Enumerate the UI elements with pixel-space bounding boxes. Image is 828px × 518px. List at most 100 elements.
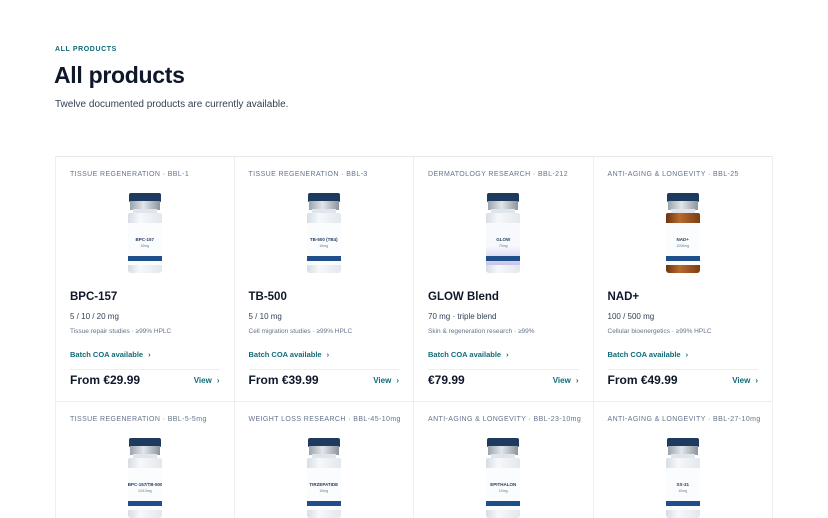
- vial-label: TB-500 (TB4) 10mg: [306, 223, 341, 265]
- vial-label-band: [665, 501, 700, 506]
- product-meta: Skin & regeneration research · ≥99%: [428, 328, 535, 335]
- vial-label-band: [306, 256, 341, 261]
- product-vial-image[interactable]: TB-500 (TB4) 10mg: [306, 193, 341, 275]
- product-dose: 70 mg · triple blend: [428, 312, 497, 321]
- vial-label-band: [306, 501, 341, 506]
- vial-label: NAD+ 1000mg: [665, 223, 700, 265]
- vial-dose: 10mg: [498, 489, 508, 493]
- product-meta: Cellular bioenergetics · ≥99% HPLC: [607, 328, 712, 335]
- product-card[interactable]: ANTI-AGING & LONGEVITY · BBL-25 NAD+ 100…: [593, 157, 773, 402]
- chevron-right-icon: ›: [326, 350, 330, 359]
- product-vial-image[interactable]: BPC-157/TB-500 10/10mg: [127, 438, 162, 518]
- vial-label: EPITHALON 10mg: [486, 468, 521, 510]
- vial-dose: 10/10mg: [137, 489, 152, 493]
- vial-dose: 10mg: [678, 489, 688, 493]
- vial-body: EPITHALON 10mg: [486, 458, 521, 518]
- product-category: TISSUE REGENERATION · BBL-1: [70, 171, 190, 178]
- product-price: €79.99: [428, 373, 465, 387]
- chevron-right-icon: ›: [216, 376, 220, 385]
- vial-label: SS-31 10mg: [665, 468, 700, 510]
- product-category: DERMATOLOGY RESEARCH · BBL-212: [428, 171, 568, 178]
- product-card[interactable]: TISSUE REGENERATION · BBL-3 TB-500 (TB4)…: [234, 157, 414, 402]
- product-dose: 5 / 10 / 20 mg: [70, 312, 119, 321]
- product-category: TISSUE REGENERATION · BBL-5-5mg: [70, 416, 207, 423]
- batch-coa-link[interactable]: Batch COA available ›: [608, 350, 689, 359]
- vial-dose: 1000mg: [676, 244, 690, 248]
- product-vial-image[interactable]: EPITHALON 10mg: [486, 438, 521, 518]
- vial-product-name: GLOW: [496, 237, 511, 242]
- vial-product-name: TB-500 (TB4): [309, 237, 338, 242]
- product-price: From €49.99: [607, 373, 678, 387]
- vial-label-band: [127, 501, 162, 506]
- batch-coa-label: Batch COA available: [248, 350, 322, 359]
- vial-dose: 10mg: [319, 244, 329, 248]
- chevron-right-icon: ›: [148, 350, 151, 359]
- product-name[interactable]: BPC-157: [70, 291, 117, 303]
- batch-coa-label: Batch COA available: [70, 350, 144, 359]
- vial-dose: 10mg: [140, 244, 150, 248]
- chevron-right-icon: ›: [506, 350, 509, 359]
- product-name[interactable]: TB-500: [249, 291, 287, 303]
- view-product-link[interactable]: View ›: [194, 376, 220, 385]
- product-name[interactable]: GLOW Blend: [428, 291, 499, 303]
- product-category: ANTI-AGING & LONGEVITY · BBL-23-10mg: [428, 416, 582, 423]
- batch-coa-link[interactable]: Batch COA available ›: [249, 350, 330, 359]
- card-divider: [70, 369, 220, 370]
- view-product-link[interactable]: View ›: [373, 376, 399, 385]
- product-vial-image[interactable]: TIRZEPATIDE 10mg: [306, 438, 341, 518]
- product-dose: 100 / 500 mg: [607, 312, 655, 321]
- vial-body: GLOW 70mg: [486, 213, 521, 273]
- vial-label-band: [665, 256, 700, 261]
- batch-coa-label: Batch COA available: [428, 350, 502, 359]
- batch-coa-link[interactable]: Batch COA available ›: [428, 350, 509, 359]
- product-dose: 5 / 10 mg: [248, 312, 282, 321]
- vial-product-name: TIRZEPATIDE: [309, 482, 339, 487]
- vial-body: TB-500 (TB4) 10mg: [306, 213, 341, 273]
- vial-label-band: [486, 256, 521, 261]
- view-label: View: [373, 376, 392, 385]
- vial-label-band: [486, 501, 521, 506]
- product-vial-image[interactable]: SS-31 10mg: [665, 438, 700, 518]
- view-product-link[interactable]: View ›: [732, 376, 758, 385]
- page-eyebrow: ALL PRODUCTS: [55, 46, 117, 53]
- vial-label: GLOW 70mg: [486, 223, 521, 265]
- product-grid: TISSUE REGENERATION · BBL-1 BPC-157 10mg…: [55, 156, 773, 518]
- product-card[interactable]: TISSUE REGENERATION · BBL-1 BPC-157 10mg…: [55, 157, 235, 402]
- card-divider: [607, 369, 758, 370]
- product-name[interactable]: NAD+: [608, 291, 640, 303]
- vial-product-name: BPC-157/TB-500: [127, 482, 162, 487]
- vial-label-band: [127, 256, 162, 261]
- product-card[interactable]: DERMATOLOGY RESEARCH · BBL-212 GLOW 70mg…: [414, 157, 594, 402]
- product-card[interactable]: ANTI-AGING & LONGEVITY · BBL-27-10mg SS-…: [594, 402, 773, 518]
- product-card[interactable]: TISSUE REGENERATION · BBL-5-5mg BPC-157/…: [55, 402, 235, 518]
- batch-coa-link[interactable]: Batch COA available ›: [70, 350, 151, 359]
- product-vial-image[interactable]: NAD+ 1000mg: [665, 193, 700, 275]
- product-meta: Cell migration studies · ≥99% HPLC: [248, 328, 353, 335]
- view-label: View: [552, 376, 571, 385]
- vial-product-name: EPITHALON: [490, 482, 517, 487]
- product-meta: Tissue repair studies · ≥99% HPLC: [70, 328, 172, 335]
- chevron-right-icon: ›: [685, 350, 689, 359]
- page-title: All products: [54, 62, 185, 88]
- product-card[interactable]: ANTI-AGING & LONGEVITY · BBL-23-10mg EPI…: [414, 402, 594, 518]
- vial-dose: 10mg: [319, 489, 329, 493]
- card-divider: [248, 369, 399, 370]
- vial-dose: 70mg: [498, 244, 508, 248]
- view-label: View: [193, 376, 212, 385]
- vial-body: BPC-157/TB-500 10/10mg: [127, 458, 162, 518]
- vial-product-name: BPC-157: [135, 237, 154, 242]
- card-divider: [428, 369, 579, 370]
- vial-label: BPC-157/TB-500 10/10mg: [127, 468, 162, 510]
- view-product-link[interactable]: View ›: [553, 376, 579, 385]
- vial-body: NAD+ 1000mg: [665, 213, 700, 273]
- view-label: View: [732, 376, 751, 385]
- vial-label: BPC-157 10mg: [127, 223, 162, 265]
- product-category: WEIGHT LOSS RESEARCH · BBL-45-10mg: [248, 416, 401, 423]
- product-vial-image[interactable]: BPC-157 10mg: [127, 193, 162, 275]
- chevron-right-icon: ›: [575, 376, 579, 385]
- page-subtitle: Twelve documented products are currently…: [55, 99, 289, 110]
- product-category: ANTI-AGING & LONGEVITY · BBL-25: [607, 171, 739, 178]
- product-vial-image[interactable]: GLOW 70mg: [486, 193, 521, 275]
- product-card[interactable]: WEIGHT LOSS RESEARCH · BBL-45-10mg TIRZE…: [235, 402, 414, 518]
- chevron-right-icon: ›: [755, 376, 758, 385]
